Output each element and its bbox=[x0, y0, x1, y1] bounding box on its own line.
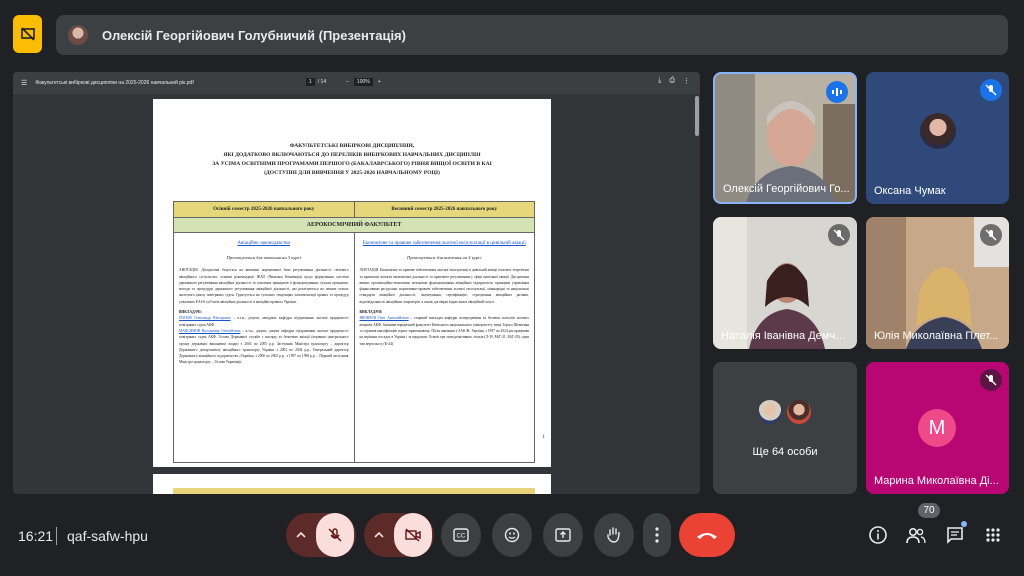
menu-icon: ☰ bbox=[21, 80, 28, 87]
mic-off-icon bbox=[980, 369, 1002, 391]
mic-options-chevron-icon[interactable] bbox=[286, 513, 316, 557]
presenter-chip: Олексій Георгійович Голубничий (Презента… bbox=[56, 15, 1008, 55]
zoom-out-icon: − bbox=[346, 79, 349, 85]
avatar bbox=[756, 398, 784, 426]
presentation-view[interactable]: ☰ Факультетські вибіркові дисципліни на … bbox=[13, 72, 700, 494]
course-year: Пропонується для вивчення на 3 курсі bbox=[226, 255, 301, 260]
pdf-scrollbar bbox=[695, 96, 699, 136]
participant-name: Олексій Георгійович Го... bbox=[723, 183, 850, 195]
presenter-title: Олексій Георгійович Голубничий (Презента… bbox=[102, 27, 406, 43]
people-count-badge: 70 bbox=[918, 503, 940, 518]
speaking-indicator-icon bbox=[826, 81, 848, 103]
participant-tile[interactable]: Наталія Іванівна Демче... bbox=[713, 217, 857, 349]
avatar bbox=[785, 398, 813, 426]
spring-course-cell: Економічне та правове забезпечення льотн… bbox=[355, 233, 535, 462]
top-bar: Олексій Георгійович Голубничий (Презента… bbox=[0, 0, 1024, 68]
info-icon[interactable] bbox=[867, 524, 889, 546]
presenter-avatar bbox=[68, 25, 88, 45]
participant-name: Наталія Іванівна Демче... bbox=[721, 330, 849, 342]
col-header-autumn: Осінній семестр 2025-2026 навчального ро… bbox=[174, 202, 355, 217]
emoji-icon[interactable] bbox=[492, 513, 532, 557]
pdf-toolbar: ☰ Факультетські вибіркові дисципліни на … bbox=[13, 72, 700, 94]
lecturer-name: ЯКОВЛЄВ Олег Анатолійович bbox=[359, 316, 409, 321]
lecturer-entry: ПОПОВ Олександр Вікторович – к.т.н., доц… bbox=[179, 315, 349, 328]
videocam-off-icon[interactable] bbox=[394, 513, 432, 557]
course-annotation: АНОТАЦІЯ. Економічне та правове забезпеч… bbox=[359, 268, 530, 304]
pdf-page-total: / 14 bbox=[317, 79, 327, 85]
doc-title-line: ФАКУЛЬТЕТСЬКІ ВИБІРКОВІ ДИСЦИПЛІНИ, bbox=[289, 143, 415, 149]
col-header-spring: Весняний семестр 2025-2026 навчального р… bbox=[391, 207, 498, 212]
pdf-page: ФАКУЛЬТЕТСЬКІ ВИБІРКОВІ ДИСЦИПЛІНИ, ЯКІ … bbox=[153, 99, 551, 467]
table-body: Авіаційне законодавство Пропонується для… bbox=[174, 233, 534, 462]
course-link: Економічне та правове забезпечення льотн… bbox=[362, 241, 526, 246]
lecturer-name: ПОПОВ Олександр Вікторович bbox=[179, 316, 231, 321]
call-end-icon[interactable] bbox=[679, 513, 735, 557]
courses-table: Осінній семестр 2025-2026 навчального ро… bbox=[173, 201, 535, 463]
mic-off-icon bbox=[980, 79, 1002, 101]
mic-off-icon[interactable] bbox=[316, 513, 354, 557]
page-number: 1 bbox=[542, 435, 546, 440]
raise-hand-icon[interactable] bbox=[594, 513, 634, 557]
pdf-page-next bbox=[153, 474, 551, 494]
pdf-page-current: 1 bbox=[306, 78, 315, 86]
lecturer-entry: ЯКОВЛЄВ Олег Анатолійович – старший викл… bbox=[360, 315, 530, 346]
table-header bbox=[173, 488, 535, 494]
mic-control-group bbox=[286, 513, 356, 557]
lecturer-info: – к.т.н., доцент, доцент кафедри підтрим… bbox=[179, 328, 349, 365]
table-header: Осінній семестр 2025-2026 навчального ро… bbox=[174, 202, 534, 218]
present-to-all-icon[interactable] bbox=[543, 513, 583, 557]
course-link: Авіаційне законодавство bbox=[237, 241, 291, 246]
pdf-page-indicator: 1 / 14 bbox=[306, 78, 326, 86]
print-icon: ⎙ bbox=[669, 77, 675, 84]
camera-control-group bbox=[364, 513, 434, 557]
lecturer-info: – старший викладач кафедри попередження … bbox=[359, 316, 530, 346]
lecturer-name: МАКСИМОВ Володимир Олексійович bbox=[179, 328, 241, 333]
apps-grid-icon[interactable] bbox=[982, 524, 1004, 546]
participant-count-label: Ще 64 особи bbox=[752, 446, 818, 458]
participant-tile[interactable]: M Марина Миколаївна Ді... bbox=[866, 362, 1009, 494]
pdf-zoom-value: 100% bbox=[353, 78, 373, 86]
course-annotation: АНОТАЦІЯ. Дисципліна базується на вивчен… bbox=[179, 268, 349, 304]
participant-name: Марина Миколаївна Ді... bbox=[874, 475, 999, 487]
participant-tile[interactable]: Олексій Георгійович Го... bbox=[713, 72, 857, 204]
doc-title-line: ЯКІ ДОДАТКОВО ВКЛЮЧАЮТЬСЯ ДО ПЕРЕЛІКІВ В… bbox=[223, 152, 481, 158]
pdf-zoom: − 100% + bbox=[346, 78, 381, 86]
zoom-in-icon: + bbox=[377, 79, 381, 85]
more-vert-icon[interactable] bbox=[643, 513, 671, 557]
lecturer-entry: МАКСИМОВ Володимир Олексійович – к.т.н.,… bbox=[179, 328, 349, 366]
doc-title: ФАКУЛЬТЕТСЬКІ ВИБІРКОВІ ДИСЦИПЛІНИ, ЯКІ … bbox=[153, 142, 551, 178]
doc-title-line: ЗА УСІМА ОСВІТНІМИ ПРОГРАМАМИ ПЕРШОГО (Б… bbox=[212, 161, 492, 167]
chat-icon[interactable] bbox=[944, 521, 967, 546]
faculty-row: АЕРОКОСМІЧНИЙ ФАКУЛЬТЕТ bbox=[174, 218, 534, 233]
meeting-code: qaf-safw-hpu bbox=[67, 528, 148, 544]
course-year: Пропонується для вивчення на 4 курсі bbox=[407, 255, 482, 260]
camera-options-chevron-icon[interactable] bbox=[364, 513, 394, 557]
divider bbox=[56, 527, 57, 545]
pdf-filename: Факультетські вибіркові дисципліни на 20… bbox=[35, 80, 194, 86]
mic-off-icon bbox=[980, 224, 1002, 246]
present-off-icon[interactable] bbox=[13, 15, 42, 53]
chat-notification-dot bbox=[961, 521, 967, 527]
pdf-actions: ⤓ ⎙ ⋮ bbox=[658, 77, 690, 85]
closed-captions-icon[interactable]: CC bbox=[441, 513, 481, 557]
download-icon: ⤓ bbox=[658, 77, 662, 84]
participant-tile[interactable]: Оксана Чумак bbox=[866, 72, 1009, 204]
avatar: M bbox=[918, 409, 956, 447]
participant-tile[interactable]: Юлія Миколаївна Плет... bbox=[866, 217, 1009, 349]
mic-off-icon bbox=[828, 224, 850, 246]
participant-name: Оксана Чумак bbox=[874, 185, 946, 197]
clock: 16:21 bbox=[18, 528, 54, 544]
more-icon: ⋮ bbox=[683, 78, 690, 85]
participant-tile-group[interactable]: Ще 64 особи bbox=[713, 362, 857, 494]
autumn-course-cell: Авіаційне законодавство Пропонується для… bbox=[174, 233, 355, 462]
avatar bbox=[920, 113, 956, 149]
doc-title-line: (ДОСТУПНІ ДЛЯ ВИВЧЕННЯ У 2025-2026 НАВЧА… bbox=[264, 170, 440, 176]
people-icon[interactable] bbox=[905, 524, 927, 546]
svg-text:CC: CC bbox=[457, 534, 466, 540]
participant-name: Юлія Миколаївна Плет... bbox=[874, 330, 999, 342]
